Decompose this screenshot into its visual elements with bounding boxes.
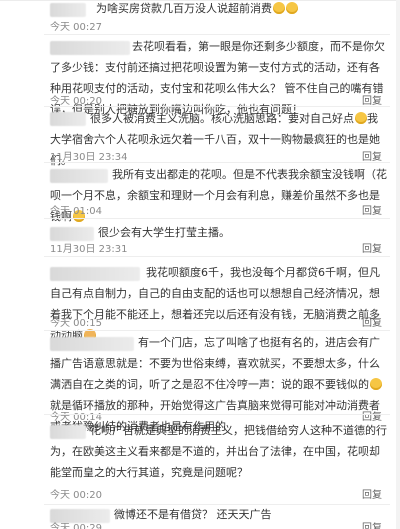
comment-time: 今天 00:29 bbox=[50, 523, 102, 529]
reply-button[interactable]: 回复 bbox=[362, 92, 382, 107]
wink-emoji-icon bbox=[355, 112, 367, 124]
comment-time: 今天 00:15 bbox=[50, 318, 102, 329]
comment-time: 今天 00:20 bbox=[50, 490, 102, 501]
reply-button[interactable]: 回复 bbox=[362, 486, 382, 501]
comment-time: 11月30日 23:31 bbox=[50, 244, 128, 255]
divider bbox=[44, 218, 390, 219]
comment-text: 花呗广告就是典型的消费主义，把钱借给穷人这种不道德的行为，在欧美这主义看来都是不… bbox=[50, 424, 387, 479]
comment-time: 今天 00:20 bbox=[50, 96, 102, 107]
divider bbox=[44, 330, 390, 331]
divider bbox=[44, 414, 390, 415]
divider bbox=[44, 34, 390, 35]
smirk-emoji-icon bbox=[370, 378, 382, 390]
divider bbox=[44, 256, 390, 257]
divider bbox=[44, 106, 390, 107]
divider bbox=[44, 162, 390, 163]
laughing-tears-emoji-icon bbox=[273, 2, 285, 14]
comment-time: 11月30日 23:34 bbox=[50, 152, 128, 163]
comment-text: 为啥买房贷款几百万没人说超前消费 bbox=[96, 0, 386, 19]
reply-button[interactable]: 回复 bbox=[362, 202, 382, 217]
comment-time: 今天 00:27 bbox=[50, 22, 102, 33]
reply-button[interactable]: 回复 bbox=[362, 148, 382, 163]
reply-button[interactable]: 回复 bbox=[362, 240, 382, 255]
comment-time: 今天 01:04 bbox=[50, 206, 102, 217]
scrollbar[interactable] bbox=[396, 0, 400, 529]
comment-page: 为啥买房贷款几百万没人说超前消费 今天 00:27 去花呗看看，第一眼是你还剩多… bbox=[0, 0, 400, 529]
reply-button[interactable]: 回复 bbox=[362, 519, 382, 529]
laughing-tears-emoji-icon bbox=[286, 2, 298, 14]
blurred-username bbox=[50, 3, 86, 17]
reply-button[interactable]: 回复 bbox=[362, 314, 382, 329]
